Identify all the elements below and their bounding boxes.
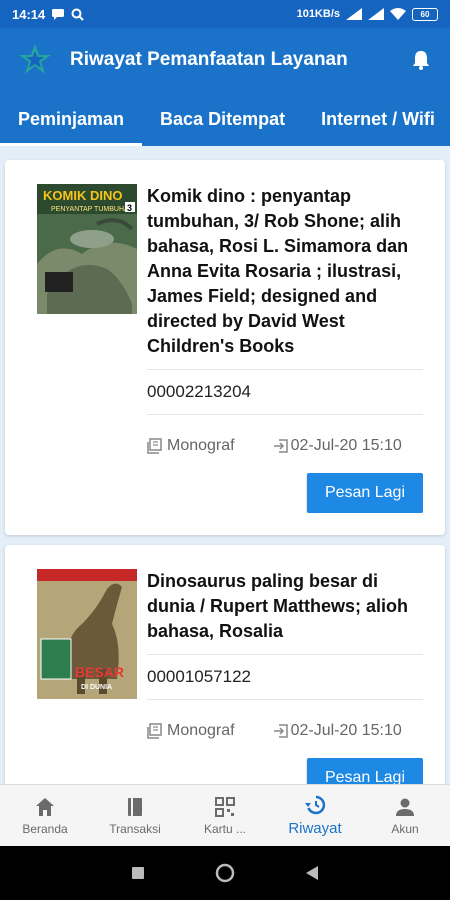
tab-internet-wifi[interactable]: Internet / Wifi <box>303 92 450 146</box>
nav-label: Akun <box>391 821 419 836</box>
item-title: Dinosaurus paling besar di dunia / Ruper… <box>147 569 423 655</box>
nav-beranda[interactable]: Beranda <box>0 785 90 846</box>
cover-title-text: BESAR <box>75 664 124 680</box>
home-icon <box>36 797 54 816</box>
nav-akun[interactable]: Akun <box>360 785 450 846</box>
book-cover-image: BESAR DI DUNIA <box>37 569 137 699</box>
list-item[interactable]: KOMIK DINO PENYANTAP TUMBUHAN 3 Komik di… <box>5 160 445 535</box>
recents-icon[interactable] <box>131 866 145 880</box>
nav-transaksi[interactable]: Transaksi <box>90 785 180 846</box>
item-title: Komik dino : penyantap tumbuhan, 3/ Rob … <box>147 184 423 370</box>
tab-bar: Peminjaman Baca Ditempat Internet / Wifi <box>0 92 450 146</box>
bell-icon[interactable] <box>410 49 432 71</box>
item-type: Monograf <box>167 722 235 739</box>
status-bar: 14:14 101KB/s 60 <box>0 0 450 28</box>
cover-subtitle-text: DI DUNIA <box>81 684 112 691</box>
cover-number-text: 3 <box>127 203 132 213</box>
signal-icon-2 <box>368 8 384 20</box>
cover-subtitle-text: PENYANTAP TUMBUHAN <box>51 206 134 213</box>
nav-label: Kartu ... <box>203 821 247 836</box>
book-cover: BESAR DI DUNIA <box>37 569 137 784</box>
battery-icon: 60 <box>412 7 438 21</box>
nav-label: Transaksi <box>109 821 161 836</box>
item-type: Monograf <box>167 437 235 454</box>
book-icon <box>128 797 142 816</box>
person-icon <box>396 798 414 816</box>
book-type-icon <box>147 438 162 454</box>
qr-code-icon <box>215 796 235 817</box>
item-code: 00001057122 <box>147 655 423 700</box>
list-item[interactable]: BESAR DI DUNIA Dinosaurus paling besar d… <box>5 545 445 784</box>
message-icon <box>52 9 65 20</box>
tab-baca-ditempat[interactable]: Baca Ditempat <box>142 92 303 146</box>
book-type-icon <box>147 723 162 739</box>
item-code: 00002213204 <box>147 370 423 415</box>
pesan-lagi-button[interactable]: Pesan Lagi <box>306 473 423 513</box>
nav-riwayat[interactable]: Riwayat <box>270 785 360 846</box>
status-time: 14:14 <box>12 6 46 22</box>
signal-icon <box>346 8 362 20</box>
nav-label: Riwayat <box>288 820 342 837</box>
system-navigation-bar <box>0 846 450 900</box>
history-icon <box>305 795 326 815</box>
back-icon[interactable] <box>305 865 319 881</box>
item-date: 02-Jul-20 15:10 <box>290 722 402 739</box>
history-list: KOMIK DINO PENYANTAP TUMBUHAN 3 Komik di… <box>0 146 450 784</box>
login-icon <box>273 439 288 453</box>
item-date: 02-Jul-20 15:10 <box>290 437 402 454</box>
app-title: Riwayat Pemanfaatan Layanan <box>70 49 348 70</box>
bottom-navigation: Beranda Transaksi Kartu ... Riwayat Akun <box>0 784 450 846</box>
cover-title-text: KOMIK DINO <box>43 188 122 203</box>
nav-kartu[interactable]: Kartu ... <box>180 785 270 846</box>
app-bar: Riwayat Pemanfaatan Layanan <box>0 28 450 92</box>
login-icon <box>273 724 288 738</box>
pesan-lagi-button[interactable]: Pesan Lagi <box>306 758 423 784</box>
search-notification-icon <box>71 8 84 21</box>
app-logo-icon <box>19 44 51 74</box>
wifi-icon <box>390 8 406 20</box>
book-cover: KOMIK DINO PENYANTAP TUMBUHAN 3 <box>37 184 137 513</box>
network-speed: 101KB/s <box>296 8 340 20</box>
home-button-icon[interactable] <box>215 863 235 883</box>
tab-peminjaman[interactable]: Peminjaman <box>0 92 143 146</box>
nav-label: Beranda <box>22 821 68 836</box>
book-cover-image: KOMIK DINO PENYANTAP TUMBUHAN 3 <box>37 184 137 314</box>
